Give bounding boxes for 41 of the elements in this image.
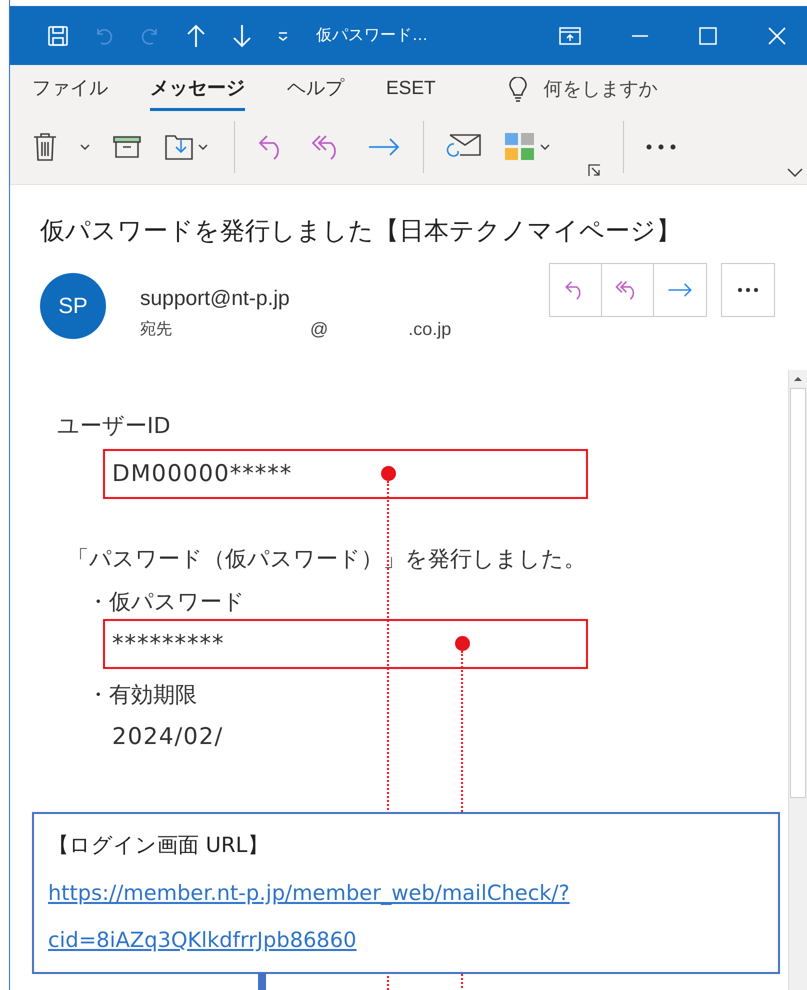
delete-icon[interactable]: [32, 132, 58, 162]
close-icon[interactable]: [767, 26, 787, 46]
login-link[interactable]: cid=8iAZq3QKlkdfrrJpb86860: [48, 925, 778, 956]
login-link[interactable]: https://member.nt-p.jp/member_web/mailCheck/?: [48, 878, 778, 909]
scrollbar-thumb[interactable]: [790, 388, 806, 798]
list-item: ・有効期限: [87, 682, 198, 710]
move-icon[interactable]: [164, 132, 194, 162]
collapse-ribbon-icon[interactable]: [787, 167, 803, 177]
field-value: 2024/02/: [112, 722, 224, 752]
list-item: ・仮パスワード: [87, 589, 246, 617]
archive-icon[interactable]: [112, 135, 142, 159]
field-value: *********: [112, 630, 224, 659]
message-text: 「パスワード（仮パスワード）」を発行しました。: [67, 546, 587, 574]
recipient-label: 宛先: [140, 320, 172, 340]
field-label: ユーザーID: [57, 413, 172, 441]
message-subject: 仮パスワードを発行しました【日本テクノマイページ】: [40, 216, 682, 247]
scrollbar[interactable]: [788, 370, 807, 990]
caret-icon[interactable]: [198, 143, 208, 151]
recipient-address-part: @: [310, 318, 328, 341]
forward-icon[interactable]: [367, 137, 401, 157]
more-icon[interactable]: [646, 144, 676, 150]
caret-icon[interactable]: [80, 143, 90, 151]
window-title: 仮パスワード…: [316, 26, 428, 46]
search-field[interactable]: 何をしますか: [544, 76, 658, 104]
forward-icon: [667, 282, 693, 298]
ribbon-tab[interactable]: ESET: [386, 75, 436, 111]
lightbulb-icon[interactable]: [508, 77, 528, 103]
recipient-address-part: .co.jp: [408, 318, 452, 341]
more-icon: [738, 288, 758, 292]
ribbon-tab[interactable]: ヘルプ: [287, 75, 344, 111]
ribbon-tab[interactable]: メッセージ: [150, 75, 245, 111]
maximize-icon[interactable]: [699, 26, 717, 44]
ribbon-tab[interactable]: ファイル: [32, 75, 108, 111]
save-icon[interactable]: [46, 24, 70, 48]
callout-heading: 【ログイン画面 URL】: [48, 832, 270, 859]
field-value: DM00000*****: [112, 460, 292, 489]
sender-address: support@nt-p.jp: [140, 286, 291, 312]
caret-icon[interactable]: [540, 143, 550, 151]
sender-avatar: SP: [40, 272, 106, 338]
ribbon-display-icon[interactable]: [559, 26, 581, 44]
dialog-launcher-icon[interactable]: [588, 164, 601, 177]
